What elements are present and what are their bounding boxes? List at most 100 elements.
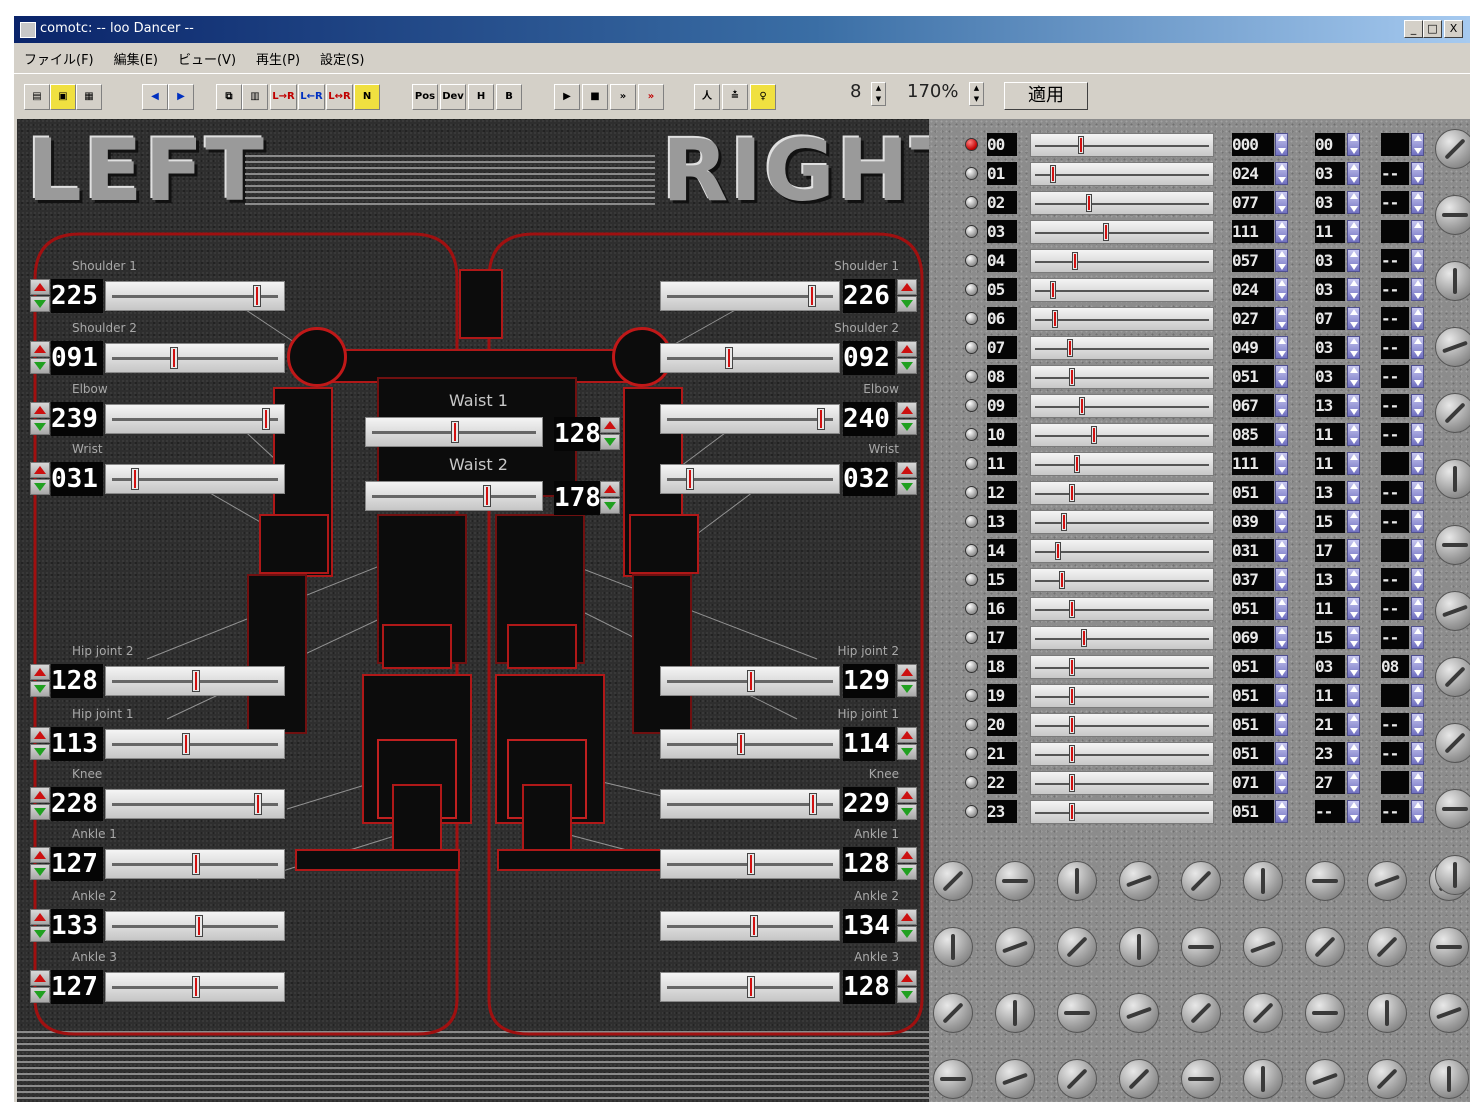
channel-led[interactable]: [965, 138, 978, 151]
channel-speed-spinner[interactable]: [1347, 278, 1360, 301]
channel-value-spinner[interactable]: [1275, 713, 1288, 736]
channel-speed-spinner[interactable]: [1347, 394, 1360, 417]
left-joint-spinner[interactable]: [30, 341, 50, 375]
waist-slider-thumb[interactable]: [451, 421, 459, 443]
channel-slider[interactable]: [1030, 568, 1214, 592]
channel-slider-thumb[interactable]: [1072, 252, 1078, 270]
waist-spinner[interactable]: [600, 417, 620, 451]
toolbar-stop-button[interactable]: ■: [582, 84, 608, 110]
channel-led[interactable]: [965, 573, 978, 586]
spin-up-icon[interactable]: [30, 341, 50, 357]
spin-down-icon[interactable]: [30, 419, 50, 435]
right-joint-spinner[interactable]: [897, 279, 917, 313]
channel-slider[interactable]: [1030, 452, 1214, 476]
toolbar-new-button[interactable]: ▤: [24, 84, 50, 110]
left-joint-spinner[interactable]: [30, 664, 50, 698]
channel-value-spinner[interactable]: [1275, 539, 1288, 562]
channel-slider[interactable]: [1030, 800, 1214, 824]
left-joint-slider[interactable]: [105, 666, 285, 696]
left-joint-slider[interactable]: [105, 404, 285, 434]
channel-led[interactable]: [965, 167, 978, 180]
menu-play[interactable]: 再生(P): [246, 43, 310, 68]
spin-up-icon[interactable]: [30, 462, 50, 478]
right-joint-spinner[interactable]: [897, 664, 917, 698]
spin-down-icon[interactable]: [600, 434, 620, 450]
channel-value-spinner[interactable]: [1275, 800, 1288, 823]
channel-option-spinner[interactable]: [1411, 394, 1424, 417]
right-joint-slider-thumb[interactable]: [725, 347, 733, 369]
channel-led[interactable]: [965, 515, 978, 528]
toolbar-paste-button[interactable]: ▥: [242, 84, 268, 110]
maximize-button[interactable]: □: [1423, 20, 1442, 38]
toolbar-fast-forward-button[interactable]: »: [610, 84, 636, 110]
channel-speed-spinner[interactable]: [1347, 800, 1360, 823]
right-joint-spinner[interactable]: [897, 787, 917, 821]
channel-led[interactable]: [965, 457, 978, 470]
channel-slider-thumb[interactable]: [1074, 455, 1080, 473]
channel-option-spinner[interactable]: [1411, 713, 1424, 736]
channel-slider-thumb[interactable]: [1050, 165, 1056, 183]
channel-speed-spinner[interactable]: [1347, 336, 1360, 359]
channel-value-spinner[interactable]: [1275, 655, 1288, 678]
spin-up-icon[interactable]: [897, 787, 917, 803]
right-joint-slider-thumb[interactable]: [750, 915, 758, 937]
toolbar-play-button[interactable]: ▶: [554, 84, 580, 110]
left-joint-slider-thumb[interactable]: [170, 347, 178, 369]
waist-slider[interactable]: [365, 417, 543, 447]
channel-value-spinner[interactable]: [1275, 423, 1288, 446]
channel-value-spinner[interactable]: [1275, 365, 1288, 388]
spin-up-icon[interactable]: [897, 462, 917, 478]
menu-view[interactable]: ビュー(V): [168, 43, 246, 68]
right-joint-spinner[interactable]: [897, 847, 917, 881]
spin-up-icon[interactable]: [897, 970, 917, 986]
right-joint-slider-thumb[interactable]: [747, 976, 755, 998]
channel-slider-thumb[interactable]: [1069, 774, 1075, 792]
right-joint-slider[interactable]: [660, 972, 840, 1002]
channel-slider-thumb[interactable]: [1052, 310, 1058, 328]
left-joint-spinner[interactable]: [30, 727, 50, 761]
channel-option-spinner[interactable]: [1411, 162, 1424, 185]
channel-slider[interactable]: [1030, 336, 1214, 360]
spin-down-icon[interactable]: [30, 987, 50, 1003]
left-joint-slider[interactable]: [105, 281, 285, 311]
channel-led[interactable]: [965, 660, 978, 673]
right-joint-slider-thumb[interactable]: [808, 285, 816, 307]
toolbar-b-button[interactable]: B: [496, 84, 522, 110]
spin-down-icon[interactable]: [897, 926, 917, 942]
channel-slider[interactable]: [1030, 510, 1214, 534]
left-joint-slider[interactable]: [105, 789, 285, 819]
left-joint-slider[interactable]: [105, 972, 285, 1002]
right-joint-slider-thumb[interactable]: [686, 468, 694, 490]
waist-spinner[interactable]: [600, 481, 620, 515]
spin-down-icon[interactable]: [30, 479, 50, 495]
channel-option-spinner[interactable]: [1411, 655, 1424, 678]
left-joint-spinner[interactable]: [30, 402, 50, 436]
spin-down-icon[interactable]: [897, 987, 917, 1003]
toolbar-figure-button[interactable]: 人: [694, 84, 720, 110]
left-joint-slider[interactable]: [105, 464, 285, 494]
channel-speed-spinner[interactable]: [1347, 568, 1360, 591]
channel-value-spinner[interactable]: [1275, 568, 1288, 591]
channel-speed-spinner[interactable]: [1347, 539, 1360, 562]
channel-option-spinner[interactable]: [1411, 336, 1424, 359]
spin-up-icon[interactable]: [30, 787, 50, 803]
right-joint-spinner[interactable]: [897, 402, 917, 436]
channel-slider-thumb[interactable]: [1059, 571, 1065, 589]
channel-value-spinner[interactable]: [1275, 162, 1288, 185]
spin-up-icon[interactable]: [897, 727, 917, 743]
spin-down-icon[interactable]: [30, 744, 50, 760]
toolbar-save-button[interactable]: ▦: [76, 84, 102, 110]
spin-down-icon[interactable]: [30, 864, 50, 880]
toolbar-open-button[interactable]: ▣: [50, 84, 76, 110]
channel-slider-thumb[interactable]: [1103, 223, 1109, 241]
channel-option-spinner[interactable]: [1411, 220, 1424, 243]
toolbar-mirror-swap-button[interactable]: L↔R: [326, 84, 353, 110]
channel-slider-thumb[interactable]: [1061, 513, 1067, 531]
toolbar-dev-button[interactable]: Dev: [440, 84, 466, 110]
channel-value-spinner[interactable]: [1275, 742, 1288, 765]
toolbar-mirror-r-l-button[interactable]: L←R: [298, 84, 325, 110]
right-joint-slider-thumb[interactable]: [809, 793, 817, 815]
toolbar-back-button[interactable]: ◀: [142, 84, 168, 110]
channel-value-spinner[interactable]: [1275, 336, 1288, 359]
close-button[interactable]: X: [1444, 20, 1463, 38]
